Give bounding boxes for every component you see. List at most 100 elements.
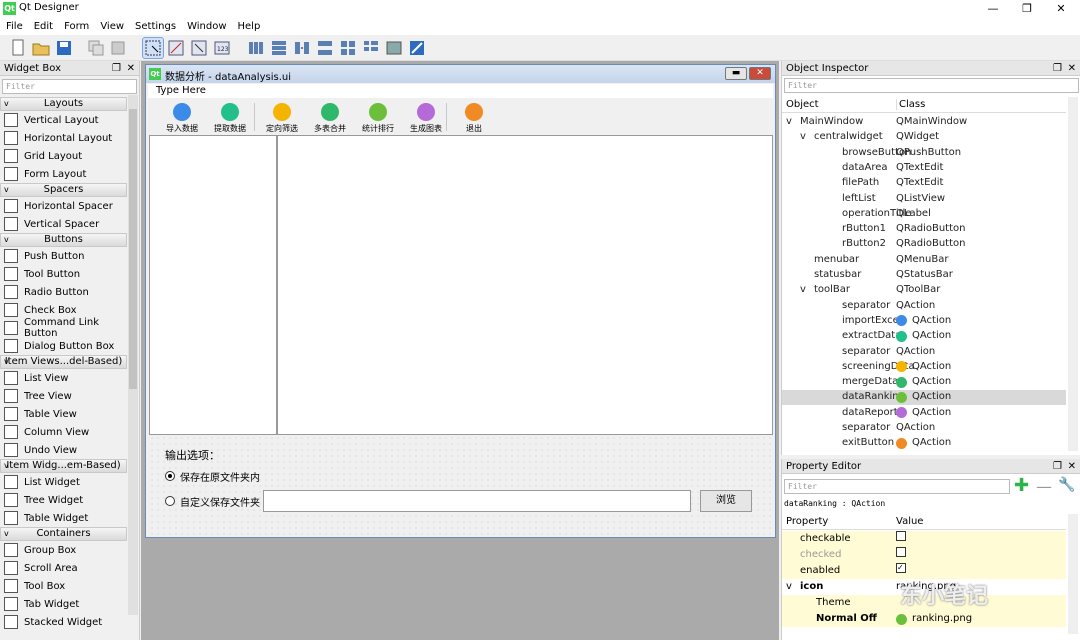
minimize-button[interactable]: — [976, 0, 1010, 17]
file-path-field[interactable] [263, 490, 691, 512]
object-row[interactable]: leftList QListView [782, 192, 1066, 207]
chevron-down-icon[interactable]: v [786, 579, 792, 595]
object-row[interactable]: dataReport QAction [782, 406, 1066, 421]
edit-tab-order-icon[interactable]: 123 [212, 38, 232, 58]
chevron-down-icon[interactable]: v [786, 115, 792, 129]
float-icon[interactable]: ❐ [1053, 459, 1062, 474]
layout-grid-icon[interactable] [338, 38, 358, 58]
object-row[interactable]: extractData QAction [782, 329, 1066, 344]
property-row[interactable]: checkable [782, 531, 1066, 547]
object-row[interactable]: v centralwidget QWidget [782, 130, 1066, 145]
edit-signals-icon[interactable] [166, 38, 186, 58]
widget-item[interactable]: Tab Widget [0, 595, 127, 613]
object-row[interactable]: dataRanking QAction [782, 390, 1066, 405]
property-row[interactable]: checked [782, 547, 1066, 563]
checkbox[interactable] [896, 547, 906, 557]
property-row[interactable]: Normal Off ranking.png [782, 611, 1066, 627]
float-icon[interactable]: ❐ [112, 61, 121, 76]
object-filter-input[interactable]: Filter [784, 78, 1079, 93]
object-row[interactable]: separator QAction [782, 345, 1066, 360]
checkbox[interactable] [896, 531, 906, 541]
widget-item[interactable]: Tree View [0, 387, 127, 405]
object-row[interactable]: rButton1 QRadioButton [782, 222, 1066, 237]
close-button[interactable]: ✕ [1044, 0, 1078, 17]
object-row[interactable]: filePath QTextEdit [782, 176, 1066, 191]
widget-item[interactable]: List Widget [0, 473, 127, 491]
widget-item[interactable]: Vertical Spacer [0, 215, 127, 233]
close-icon[interactable]: ✕ [1068, 459, 1076, 474]
chevron-down-icon[interactable]: v [800, 283, 806, 297]
widget-item[interactable]: Dialog Button Box [0, 337, 127, 355]
widget-item[interactable]: Horizontal Layout [0, 129, 127, 147]
widget-item[interactable]: Table View [0, 405, 127, 423]
close-icon[interactable]: ✕ [127, 61, 135, 76]
menu-help[interactable]: Help [238, 21, 261, 32]
break-layout-icon[interactable] [384, 38, 404, 58]
layout-splitter-v-icon[interactable] [315, 38, 335, 58]
configure-wrench-icon[interactable]: 🔧 [1058, 477, 1075, 493]
object-row[interactable]: v toolBar QToolBar [782, 283, 1066, 298]
property-row[interactable]: enabled ✓ [782, 563, 1066, 579]
chevron-down-icon[interactable]: v [800, 130, 806, 144]
browse-button[interactable]: 浏览 [700, 490, 752, 512]
widget-filter-input[interactable]: Filter [2, 79, 137, 94]
object-row[interactable]: menubar QMenuBar [782, 253, 1066, 268]
float-icon[interactable]: ❐ [1053, 61, 1062, 76]
widget-item[interactable]: Command Link Button [0, 317, 127, 339]
form-action-button[interactable]: 生成图表 [402, 103, 450, 134]
property-value-cell[interactable] [896, 531, 906, 541]
widget-item[interactable]: Horizontal Spacer [0, 197, 127, 215]
left-list[interactable] [149, 135, 277, 435]
property-value-cell[interactable] [896, 547, 906, 557]
adjust-size-icon[interactable] [407, 38, 427, 58]
widget-item[interactable]: Scroll Area [0, 559, 127, 577]
widget-category[interactable]: v Item Views...del-Based) [0, 355, 127, 369]
object-row[interactable]: screeningData QAction [782, 360, 1066, 375]
object-row[interactable]: rButton2 QRadioButton [782, 237, 1066, 252]
form-action-button[interactable]: 导入数据 [158, 103, 206, 134]
form-minimize-button[interactable]: ▬ [725, 67, 747, 80]
object-row[interactable]: dataArea QTextEdit [782, 161, 1066, 176]
copy-icon[interactable] [86, 38, 106, 58]
layout-horizontal-icon[interactable] [246, 38, 266, 58]
object-row[interactable]: operationTitle QLabel [782, 207, 1066, 222]
widget-item[interactable]: Radio Button [0, 283, 127, 301]
checkbox[interactable]: ✓ [896, 563, 906, 573]
widget-item[interactable]: Group Box [0, 541, 127, 559]
widget-item[interactable]: Tree Widget [0, 491, 127, 509]
widget-item[interactable]: Grid Layout [0, 147, 127, 165]
widget-item[interactable]: Tool Button [0, 265, 127, 283]
menu-view[interactable]: View [100, 21, 124, 32]
layout-form-icon[interactable] [361, 38, 381, 58]
maximize-button[interactable]: ❐ [1010, 0, 1044, 17]
layout-splitter-h-icon[interactable] [292, 38, 312, 58]
widget-item[interactable]: Table Widget [0, 509, 127, 527]
layout-vertical-icon[interactable] [269, 38, 289, 58]
remove-property-icon[interactable]: — [1036, 477, 1052, 496]
widget-category[interactable]: v Spacers [0, 183, 127, 197]
property-value-cell[interactable]: ranking.png [896, 611, 972, 627]
object-row[interactable]: importExcel QAction [782, 314, 1066, 329]
widget-item[interactable]: List View [0, 369, 127, 387]
object-row[interactable]: v MainWindow QMainWindow [782, 115, 1066, 130]
new-file-icon[interactable] [8, 38, 28, 58]
form-close-button[interactable]: ✕ [749, 67, 771, 80]
widget-item[interactable]: Column View [0, 423, 127, 441]
object-row[interactable]: exitButton QAction [782, 436, 1066, 451]
edit-buddies-icon[interactable] [189, 38, 209, 58]
property-filter-input[interactable]: Filter [784, 479, 1010, 494]
save-icon[interactable] [54, 38, 74, 58]
widget-item[interactable]: Push Button [0, 247, 127, 265]
edit-widgets-icon[interactable] [142, 37, 164, 59]
radio-custom-folder[interactable] [165, 496, 175, 506]
paste-icon[interactable] [108, 38, 128, 58]
form-action-button[interactable]: 退出 [450, 103, 498, 134]
widget-category[interactable]: v Buttons [0, 233, 127, 247]
widget-category[interactable]: v Containers [0, 527, 127, 541]
widget-item[interactable]: Stacked Widget [0, 613, 127, 631]
menu-edit[interactable]: Edit [34, 21, 53, 32]
menu-file[interactable]: File [6, 21, 23, 32]
property-value-cell[interactable]: ✓ [896, 563, 906, 573]
add-property-icon[interactable]: ✚ [1014, 477, 1029, 495]
object-tree-scrollbar[interactable] [1068, 97, 1078, 451]
